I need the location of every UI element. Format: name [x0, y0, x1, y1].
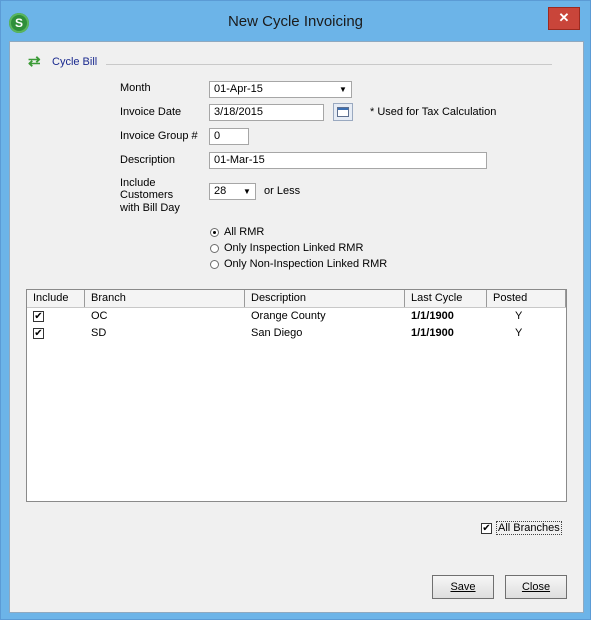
branch-cell: OC [91, 310, 108, 322]
grid-header: Include Branch Description Last Cycle Po… [27, 290, 566, 308]
column-header-description[interactable]: Description [245, 290, 405, 307]
description-label: Description [120, 154, 176, 166]
radio-label: Only Non-Inspection Linked RMR [224, 258, 388, 270]
all-branches-checkbox-row[interactable]: ✔ All Branches [481, 521, 562, 535]
column-header-branch[interactable]: Branch [85, 290, 245, 307]
radio-non-inspection-linked[interactable]: Only Non-Inspection Linked RMR [210, 258, 387, 270]
column-header-posted[interactable]: Posted [487, 290, 566, 307]
branch-grid[interactable]: Include Branch Description Last Cycle Po… [26, 289, 567, 502]
description-value: 01-Mar-15 [214, 154, 265, 166]
close-window-button[interactable]: ✕ [548, 7, 580, 30]
radio-unselected-icon [210, 259, 219, 269]
month-label: Month [120, 82, 151, 94]
include-label-line2: Customers [120, 189, 174, 201]
all-branches-label[interactable]: All Branches [496, 521, 562, 535]
radio-unselected-icon [210, 243, 219, 253]
invoice-date-input[interactable]: 3/18/2015 [209, 104, 324, 121]
close-button[interactable]: Close [505, 575, 567, 599]
chevron-down-icon[interactable]: ▼ [336, 83, 350, 96]
or-less-label: or Less [264, 185, 301, 197]
refresh-cycle-icon: ⇄ [28, 53, 41, 70]
description-cell: Orange County [251, 310, 326, 322]
chevron-down-icon[interactable]: ▼ [240, 185, 254, 198]
section-header: ⇄ Cycle Bill [28, 54, 97, 70]
posted-cell: Y [515, 327, 523, 339]
description-input[interactable]: 01-Mar-15 [209, 152, 487, 169]
posted-cell: Y [515, 310, 523, 322]
all-branches-checkbox[interactable]: ✔ [481, 522, 492, 534]
save-button-label: Save [450, 581, 476, 593]
dialog-body: ⇄ Cycle Bill Month 01-Apr-15 ▼ Invoice D… [9, 41, 584, 613]
close-button-label: Close [521, 581, 551, 593]
title-bar[interactable]: S New Cycle Invoicing ✕ [1, 1, 590, 41]
calendar-icon [337, 107, 349, 117]
month-value: 01-Apr-15 [214, 83, 263, 95]
radio-label: Only Inspection Linked RMR [224, 242, 364, 254]
column-header-last-cycle[interactable]: Last Cycle [405, 290, 487, 307]
section-divider [106, 64, 552, 65]
radio-inspection-linked[interactable]: Only Inspection Linked RMR [210, 242, 363, 254]
invoice-group-input[interactable]: 0 [209, 128, 249, 145]
last-cycle-cell: 1/1/1900 [411, 327, 454, 339]
invoice-group-value: 0 [214, 130, 221, 142]
calendar-button[interactable] [333, 103, 353, 121]
radio-label: All RMR [224, 226, 265, 238]
window-title: New Cycle Invoicing [227, 13, 364, 30]
branch-cell: SD [91, 327, 107, 339]
include-checkbox[interactable]: ✔ [33, 311, 44, 322]
invoice-group-label: Invoice Group # [120, 130, 198, 142]
invoice-date-value: 3/18/2015 [214, 106, 263, 118]
bill-day-value: 28 [214, 185, 227, 197]
table-row[interactable]: ✔ OC Orange County 1/1/1900 Y [27, 308, 566, 325]
section-title: Cycle Bill [52, 56, 98, 68]
tax-note: * Used for Tax Calculation [370, 106, 497, 118]
table-row[interactable]: ✔ SD San Diego 1/1/1900 Y [27, 325, 566, 342]
include-label-line1: Include [120, 177, 156, 189]
window: S New Cycle Invoicing ✕ ⇄ Cycle Bill Mon… [0, 0, 591, 620]
description-cell: San Diego [251, 327, 303, 339]
radio-all-rmr[interactable]: All RMR [210, 226, 264, 238]
include-checkbox[interactable]: ✔ [33, 328, 44, 339]
month-dropdown[interactable]: 01-Apr-15 ▼ [209, 81, 352, 98]
save-button[interactable]: Save [432, 575, 494, 599]
include-label-line3: with Bill Day [120, 202, 180, 214]
last-cycle-cell: 1/1/1900 [411, 310, 454, 322]
radio-selected-icon [210, 227, 219, 237]
column-header-include[interactable]: Include [27, 290, 85, 307]
invoice-date-label: Invoice Date [120, 106, 182, 118]
bill-day-dropdown[interactable]: 28 ▼ [209, 183, 256, 200]
